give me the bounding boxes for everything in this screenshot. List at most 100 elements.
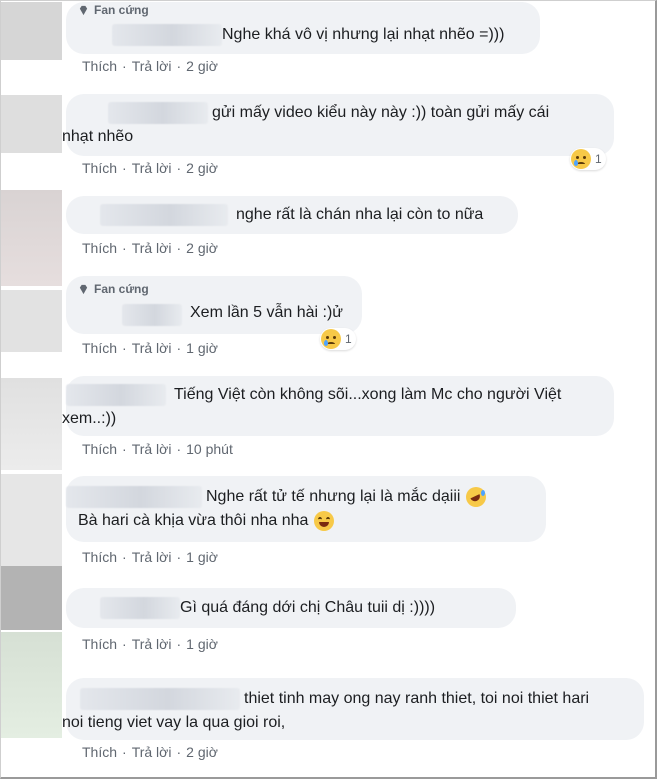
diamond-icon bbox=[79, 284, 88, 294]
separator: · bbox=[122, 160, 127, 176]
comment-actions: Thích · Trả lời · 1 giờ bbox=[82, 636, 218, 652]
comment-actions: Thích · Trả lời · 10 phút bbox=[82, 441, 233, 457]
like-link[interactable]: Thích bbox=[82, 340, 117, 356]
comment-text: Gì quá đáng dới chị Châu tuii dị :)))) bbox=[180, 599, 436, 616]
reaction-count: 1 bbox=[595, 152, 602, 166]
blurred-author-name bbox=[100, 204, 228, 226]
timestamp[interactable]: 2 giờ bbox=[186, 240, 218, 256]
sad-face-icon bbox=[571, 149, 591, 169]
separator: · bbox=[176, 549, 182, 565]
avatar[interactable] bbox=[0, 290, 62, 352]
reply-link[interactable]: Trả lời bbox=[132, 744, 172, 760]
blurred-author-name bbox=[100, 597, 180, 619]
like-link[interactable]: Thích bbox=[82, 58, 117, 74]
comment-bubble: Gì quá đáng dới chị Châu tuii dị :)))) bbox=[66, 588, 516, 628]
separator: · bbox=[176, 58, 182, 74]
reaction-count: 1 bbox=[345, 332, 352, 346]
comment-text: Xem lần 5 vẫn hài :)ử bbox=[190, 304, 344, 321]
grinning-face-icon bbox=[314, 510, 335, 531]
blurred-author-name bbox=[66, 486, 202, 508]
blurred-author-name bbox=[112, 24, 222, 46]
comment-bubble: Fan cứng Xem lần 5 vẫn hài :)ử bbox=[66, 276, 362, 334]
separator: · bbox=[176, 441, 182, 457]
timestamp[interactable]: 2 giờ bbox=[186, 58, 218, 74]
separator: · bbox=[122, 549, 127, 565]
like-link[interactable]: Thích bbox=[82, 240, 117, 256]
separator: · bbox=[176, 160, 182, 176]
timestamp[interactable]: 10 phút bbox=[186, 441, 233, 457]
rofl-face-icon bbox=[466, 486, 487, 507]
separator: · bbox=[176, 636, 182, 652]
diamond-icon bbox=[79, 5, 88, 15]
blurred-author-name bbox=[122, 304, 182, 326]
comment-actions: Thích · Trả lời · 2 giờ bbox=[82, 58, 218, 74]
sad-face-icon bbox=[321, 329, 341, 349]
like-link[interactable]: Thích bbox=[82, 744, 117, 760]
comment-text-line-2: noi tieng viet vay la qua gioi roi, bbox=[62, 714, 286, 731]
reply-link[interactable]: Trả lời bbox=[132, 340, 172, 356]
fan-badge: Fan cứng bbox=[78, 3, 149, 17]
blurred-author-name bbox=[80, 688, 240, 710]
badge-label: Fan cứng bbox=[94, 3, 149, 17]
comment-text: nghe rất là chán nha lại còn to nữa bbox=[236, 206, 484, 223]
avatar[interactable] bbox=[0, 632, 62, 738]
comment-text-line-2: xem..:)) bbox=[62, 410, 117, 427]
comment-text-line-1: gửi mấy video kiểu này này :)) toàn gửi … bbox=[212, 104, 550, 121]
reply-link[interactable]: Trả lời bbox=[132, 441, 172, 457]
like-link[interactable]: Thích bbox=[82, 441, 117, 457]
avatar[interactable] bbox=[0, 190, 62, 286]
comment-bubble: Tiếng Việt còn không sõi...xong làm Mc c… bbox=[62, 376, 614, 436]
comment-bubble: thiet tinh may ong nay ranh thiet, toi n… bbox=[62, 678, 644, 740]
comment-text: Nghe khá vô vị nhưng lại nhạt nhẽo =))) bbox=[222, 26, 505, 43]
avatar[interactable] bbox=[0, 474, 62, 566]
timestamp[interactable]: 2 giờ bbox=[186, 160, 218, 176]
comment-text-line-2: nhạt nhẽo bbox=[62, 128, 134, 145]
comment-text-line-1: Tiếng Việt còn không sõi...xong làm Mc c… bbox=[174, 386, 562, 403]
timestamp[interactable]: 2 giờ bbox=[186, 744, 218, 760]
comment-text-line-1: thiet tinh may ong nay ranh thiet, toi n… bbox=[244, 690, 590, 707]
like-link[interactable]: Thích bbox=[82, 160, 117, 176]
comment-bubble: nghe rất là chán nha lại còn to nữa bbox=[66, 196, 518, 234]
fan-badge: Fan cứng bbox=[78, 282, 149, 296]
reply-link[interactable]: Trả lời bbox=[132, 240, 172, 256]
separator: · bbox=[122, 340, 127, 356]
separator: · bbox=[122, 636, 127, 652]
separator: · bbox=[122, 240, 127, 256]
separator: · bbox=[122, 744, 127, 760]
comment-text-line-1: Nghe rất tử tế nhưng lại là mắc dạiii bbox=[206, 484, 487, 510]
reaction-summary[interactable]: 1 bbox=[570, 148, 606, 170]
comment-actions: Thích · Trả lời · 1 giờ bbox=[82, 549, 218, 565]
comment-bubble: gửi mấy video kiểu này này :)) toàn gửi … bbox=[62, 94, 614, 156]
blurred-author-name bbox=[66, 384, 166, 406]
timestamp[interactable]: 1 giờ bbox=[186, 340, 218, 356]
comment-actions: Thích · Trả lời · 1 giờ bbox=[82, 340, 218, 356]
comment-text: Bà hari cà khịa vừa thôi nha nha bbox=[78, 512, 309, 529]
reaction-summary[interactable]: 1 bbox=[320, 328, 356, 350]
comment-text: Nghe rất tử tế nhưng lại là mắc dạiii bbox=[206, 488, 461, 505]
reply-link[interactable]: Trả lời bbox=[132, 58, 172, 74]
avatar[interactable] bbox=[0, 566, 62, 630]
separator: · bbox=[176, 240, 182, 256]
comment-bubble: Nghe rất tử tế nhưng lại là mắc dạiii Bà… bbox=[66, 476, 546, 542]
separator: · bbox=[176, 744, 182, 760]
comment-actions: Thích · Trả lời · 2 giờ bbox=[82, 240, 218, 256]
like-link[interactable]: Thích bbox=[82, 549, 117, 565]
comment-actions: Thích · Trả lời · 2 giờ bbox=[82, 744, 218, 760]
separator: · bbox=[122, 441, 127, 457]
reply-link[interactable]: Trả lời bbox=[132, 160, 172, 176]
separator: · bbox=[122, 58, 127, 74]
comment-actions: Thích · Trả lời · 2 giờ bbox=[82, 160, 218, 176]
avatar[interactable] bbox=[0, 95, 62, 153]
badge-label: Fan cứng bbox=[94, 282, 149, 296]
like-link[interactable]: Thích bbox=[82, 636, 117, 652]
avatar[interactable] bbox=[0, 378, 62, 470]
timestamp[interactable]: 1 giờ bbox=[186, 636, 218, 652]
timestamp[interactable]: 1 giờ bbox=[186, 549, 218, 565]
blurred-author-name bbox=[108, 102, 208, 124]
reply-link[interactable]: Trả lời bbox=[132, 636, 172, 652]
separator: · bbox=[176, 340, 182, 356]
comment-bubble: Fan cứng Nghe khá vô vị nhưng lại nhạt n… bbox=[66, 2, 540, 54]
avatar[interactable] bbox=[0, 2, 62, 60]
reply-link[interactable]: Trả lời bbox=[132, 549, 172, 565]
comment-text-line-2: Bà hari cà khịa vừa thôi nha nha bbox=[78, 508, 335, 534]
